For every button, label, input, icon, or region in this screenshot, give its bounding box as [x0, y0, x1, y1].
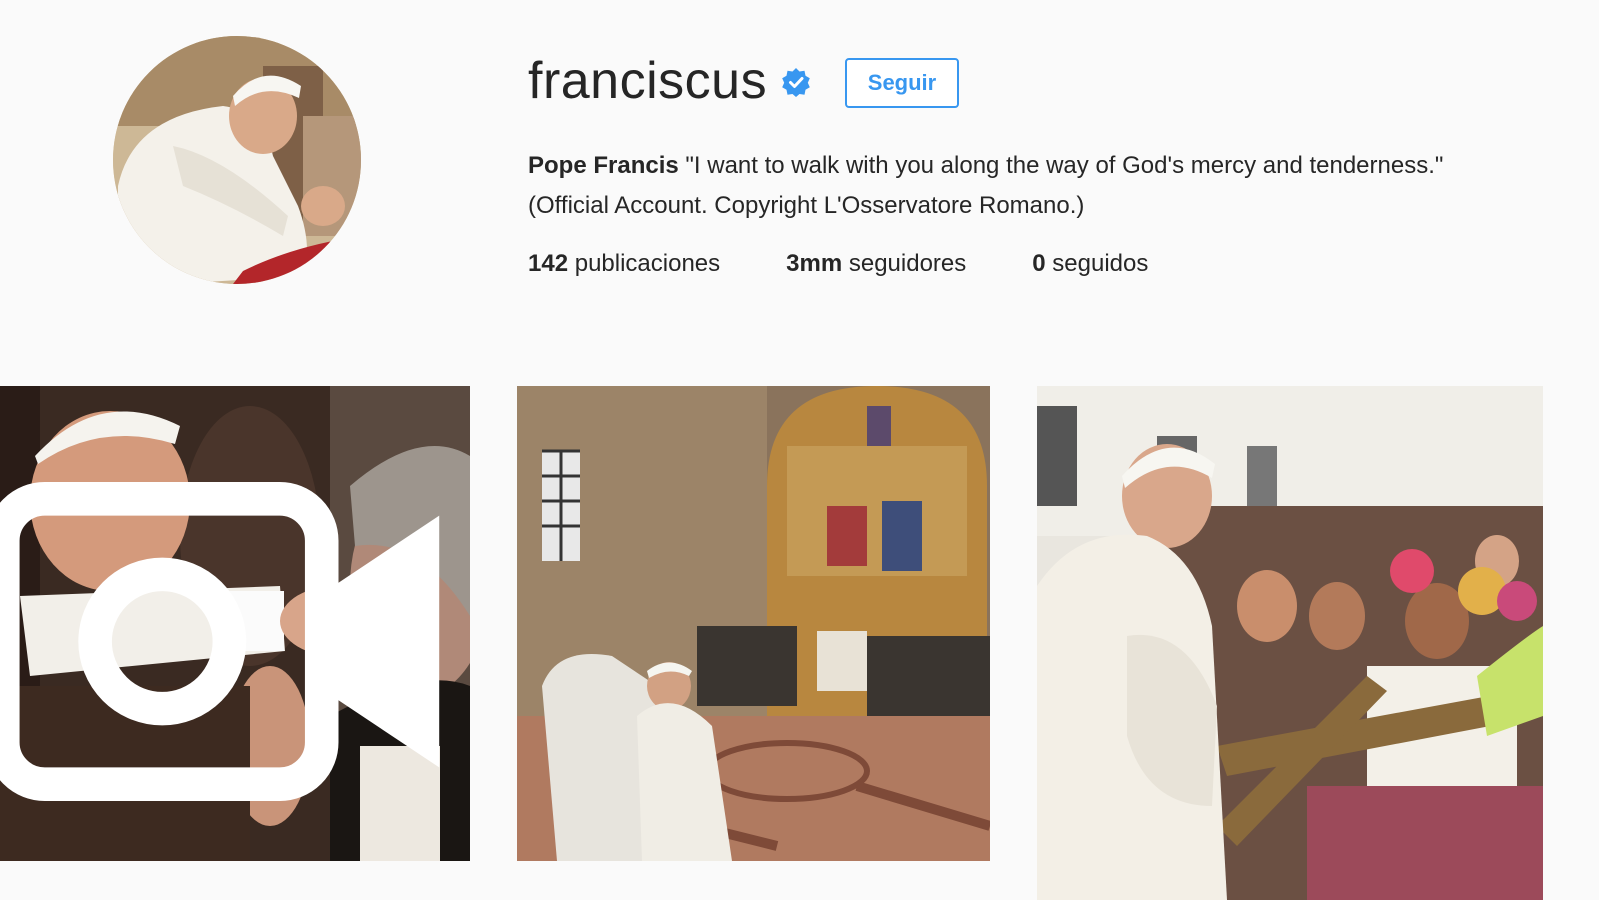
- post-thumbnail[interactable]: [1037, 386, 1543, 900]
- profile-username: franciscus: [528, 52, 768, 110]
- followers-stat[interactable]: 3mm seguidores: [786, 246, 966, 282]
- post-image: [517, 386, 990, 861]
- followers-label: seguidores: [842, 250, 967, 277]
- post-thumbnail[interactable]: [517, 386, 990, 861]
- posts-label: publicaciones: [568, 250, 721, 277]
- posts-stat: 142 publicaciones: [528, 246, 720, 282]
- following-label: seguidos: [1045, 250, 1149, 277]
- profile-stats: 142 publicaciones 3mm seguidores 0 segui…: [528, 246, 1214, 282]
- following-stat[interactable]: 0 seguidos: [1032, 246, 1148, 282]
- profile-bio: Pope Francis "I want to walk with you al…: [528, 146, 1448, 226]
- bio-full-name: Pope Francis: [528, 152, 679, 179]
- profile-avatar[interactable]: [113, 36, 361, 284]
- post-image: [1037, 386, 1543, 900]
- profile-page: franciscus Seguir Pope Francis "I want t…: [0, 0, 1599, 900]
- followers-count: 3mm: [786, 250, 843, 277]
- post-thumbnail[interactable]: [0, 386, 470, 861]
- video-camera-icon: [0, 482, 440, 801]
- verified-badge-icon: [782, 68, 810, 97]
- follow-button[interactable]: Seguir: [845, 58, 959, 108]
- posts-count: 142: [528, 250, 569, 277]
- following-count: 0: [1032, 250, 1046, 277]
